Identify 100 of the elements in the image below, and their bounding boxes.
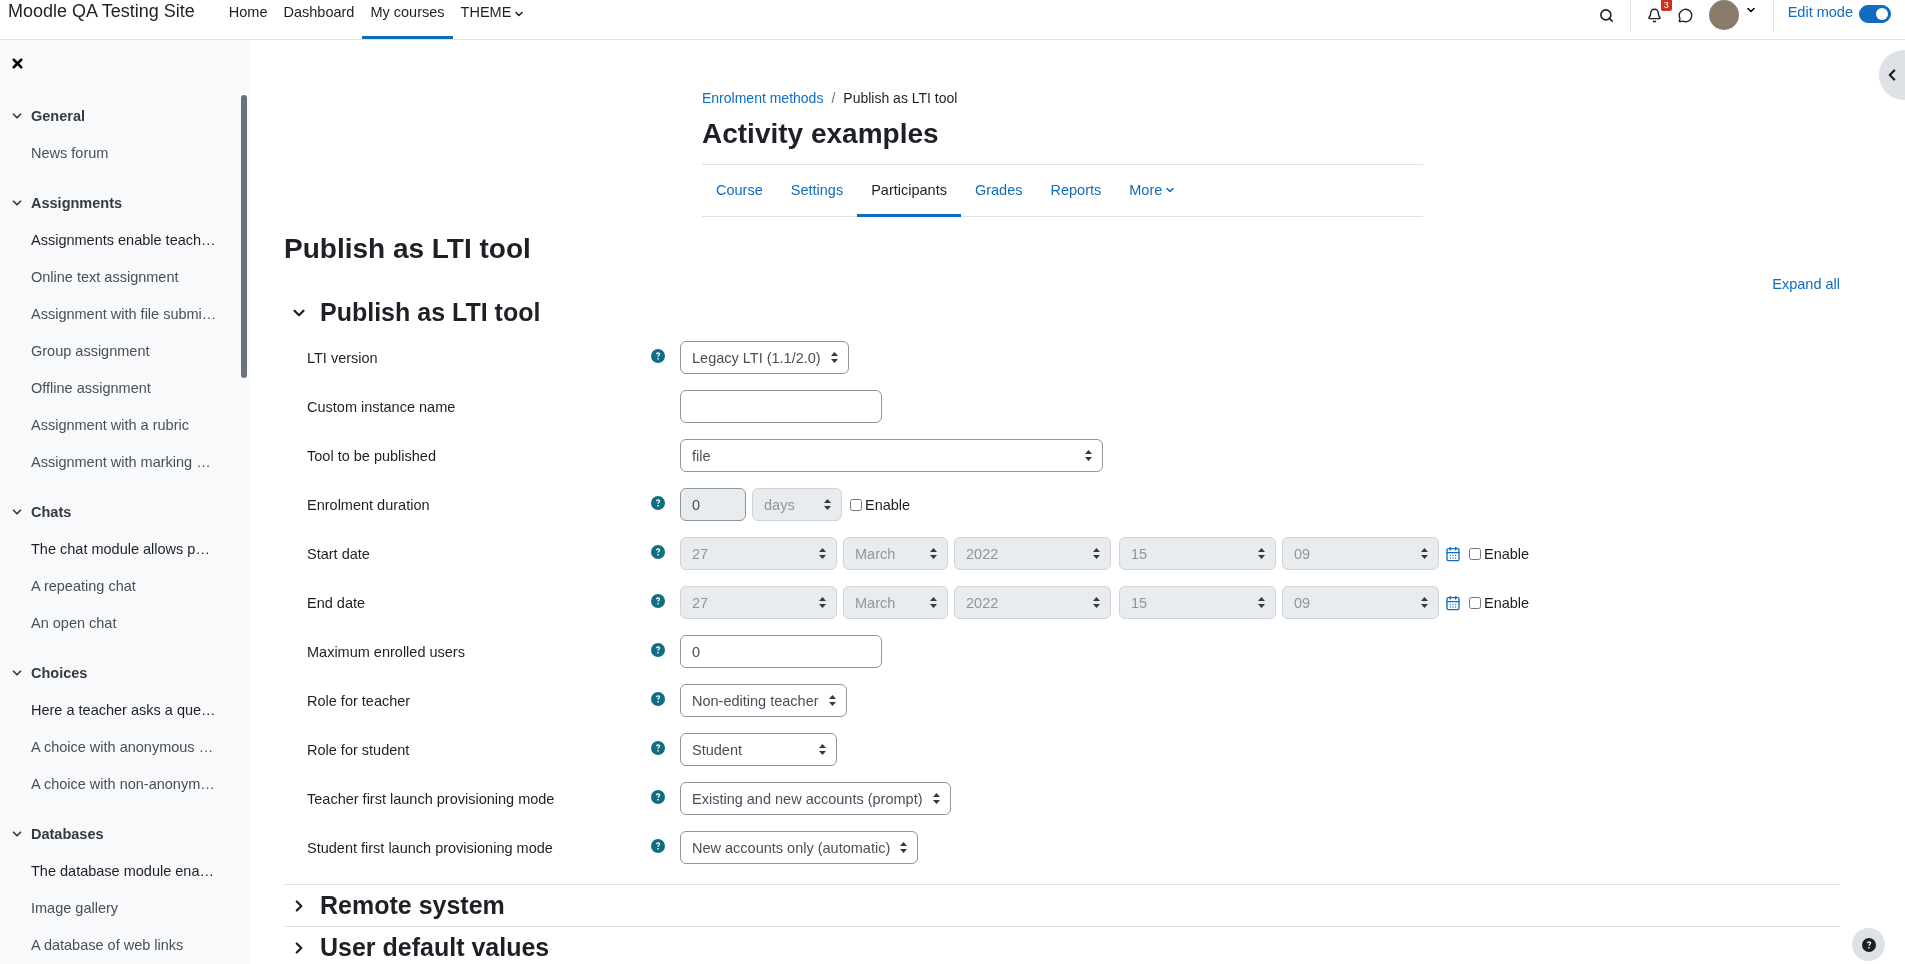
- help-button[interactable]: [1852, 928, 1885, 961]
- updown-arrow-icon: [1093, 548, 1100, 559]
- sidebar-item[interactable]: The chat module allows p…: [0, 530, 250, 567]
- notification-count: 3: [1660, 0, 1672, 11]
- sidebar-item[interactable]: News forum: [0, 134, 250, 171]
- section-title[interactable]: Databases: [31, 825, 104, 842]
- course-tab[interactable]: Settings: [776, 165, 858, 217]
- close-icon[interactable]: [10, 56, 25, 71]
- input-field[interactable]: 0: [680, 635, 882, 668]
- select-field[interactable]: Legacy LTI (1.1/2.0): [680, 341, 849, 374]
- sidebar-item[interactable]: Here a teacher asks a que…: [0, 691, 250, 728]
- breadcrumb-separator: /: [831, 89, 836, 108]
- avatar: [1708, 0, 1739, 30]
- help-icon[interactable]: [651, 790, 665, 804]
- drawer-toggle[interactable]: [1879, 50, 1905, 100]
- updown-arrow-icon: [930, 597, 937, 608]
- sidebar-item[interactable]: Assignments enable teach…: [0, 221, 250, 258]
- sidebar-item[interactable]: Assignment with file submi…: [0, 295, 250, 332]
- sidebar-item[interactable]: Assignment with marking …: [0, 443, 250, 480]
- edit-mode-label: Edit mode: [1787, 4, 1853, 20]
- calendar-icon[interactable]: [1445, 545, 1461, 562]
- sidebar-item[interactable]: Group assignment: [0, 332, 250, 369]
- section-title[interactable]: Choices: [31, 664, 88, 681]
- select-field[interactable]: Student: [680, 733, 837, 766]
- updown-arrow-icon: [1258, 548, 1265, 559]
- scrollbar-thumb[interactable]: [241, 95, 247, 378]
- help-icon[interactable]: [651, 692, 665, 706]
- sidebar-item[interactable]: Online text assignment: [0, 258, 250, 295]
- section-toggle[interactable]: Remote system: [284, 885, 505, 926]
- search-icon: [1598, 7, 1614, 23]
- course-title: Activity examples: [702, 116, 1423, 165]
- help-icon[interactable]: [651, 839, 665, 853]
- sidebar-item[interactable]: A choice with non-anonym…: [0, 765, 250, 802]
- section-title[interactable]: Assignments: [31, 194, 123, 211]
- nav-link[interactable]: My courses: [362, 0, 453, 39]
- speech-bubble-icon: [1677, 7, 1693, 23]
- nav-link[interactable]: Home: [220, 0, 276, 39]
- course-tab[interactable]: Participants: [857, 165, 961, 217]
- updown-arrow-icon: [1085, 450, 1092, 461]
- field-label: Maximum enrolled users: [307, 643, 466, 660]
- input-field[interactable]: [680, 390, 882, 423]
- help-icon[interactable]: [651, 643, 665, 657]
- updown-arrow-icon: [830, 352, 838, 363]
- field-label: End date: [307, 594, 367, 611]
- updown-arrow-icon: [932, 793, 940, 804]
- updown-arrow-icon: [819, 744, 826, 755]
- updown-arrow-icon: [819, 597, 826, 608]
- field-label: Enrolment duration: [307, 496, 431, 513]
- updown-arrow-icon: [1093, 597, 1100, 608]
- help-icon[interactable]: [651, 349, 665, 363]
- help-icon[interactable]: [651, 741, 665, 755]
- updown-arrow-icon: [819, 548, 826, 559]
- updown-arrow-icon: [1421, 597, 1428, 608]
- section-toggle[interactable]: Publish as LTI tool: [284, 292, 541, 333]
- updown-arrow-icon: [828, 695, 836, 706]
- field-label: Tool to be published: [307, 447, 437, 464]
- field-label: Role for teacher: [307, 692, 412, 709]
- sidebar-item[interactable]: Image gallery: [0, 889, 250, 926]
- course-tab[interactable]: Course: [702, 165, 777, 217]
- field-label: LTI version: [307, 349, 379, 366]
- select-field[interactable]: Existing and new accounts (prompt): [680, 782, 951, 815]
- breadcrumb-current: Publish as LTI tool: [843, 89, 958, 108]
- question-icon[interactable]: [1861, 937, 1876, 952]
- select-field[interactable]: file: [680, 439, 1103, 472]
- sidebar-item[interactable]: The database module ena…: [0, 852, 250, 889]
- sidebar-item[interactable]: A repeating chat: [0, 567, 250, 604]
- calendar-icon[interactable]: [1445, 594, 1461, 611]
- bell-icon: [1646, 7, 1662, 23]
- updown-arrow-icon: [900, 842, 908, 853]
- edit-mode-toggle[interactable]: [1859, 5, 1891, 23]
- field-label: Teacher first launch provisioning mode: [307, 790, 556, 807]
- expand-all-link[interactable]: Expand all: [1772, 276, 1840, 292]
- updown-arrow-icon: [1258, 597, 1265, 608]
- section-title[interactable]: Chats: [31, 503, 72, 520]
- field-label: Student first launch provisioning mode: [307, 839, 554, 856]
- checkbox-label: Enable: [1484, 594, 1530, 611]
- breadcrumb-link[interactable]: Enrolment methods: [702, 88, 824, 108]
- updown-arrow-icon: [1421, 548, 1428, 559]
- sidebar-item[interactable]: A database of web links: [0, 926, 250, 963]
- sidebar-item[interactable]: Assignment with a rubric: [0, 406, 250, 443]
- course-tab[interactable]: Reports: [1036, 165, 1116, 217]
- section-toggle[interactable]: User default values: [284, 927, 550, 964]
- sidebar-item[interactable]: Offline assignment: [0, 369, 250, 406]
- select-field[interactable]: Non-editing teacher: [680, 684, 847, 717]
- course-tab[interactable]: Grades: [960, 165, 1037, 217]
- checkbox-label: Enable: [865, 496, 911, 513]
- field-label: Role for student: [307, 741, 411, 758]
- nav-link[interactable]: THEME: [452, 0, 534, 39]
- sidebar-item[interactable]: A choice with anonymous …: [0, 728, 250, 765]
- page-title: Publish as LTI tool: [284, 232, 532, 266]
- updown-arrow-icon: [930, 548, 937, 559]
- section-title[interactable]: General: [31, 107, 85, 124]
- updown-arrow-icon: [824, 499, 831, 510]
- select-field[interactable]: New accounts only (automatic): [680, 831, 919, 864]
- sidebar-item[interactable]: An open chat: [0, 604, 250, 641]
- field-label: Custom instance name: [307, 398, 457, 415]
- site-name[interactable]: Moodle QA Testing Site: [8, 1, 195, 22]
- course-tab[interactable]: More: [1115, 165, 1191, 217]
- nav-link[interactable]: Dashboard: [275, 0, 363, 39]
- field-label: Start date: [307, 545, 371, 562]
